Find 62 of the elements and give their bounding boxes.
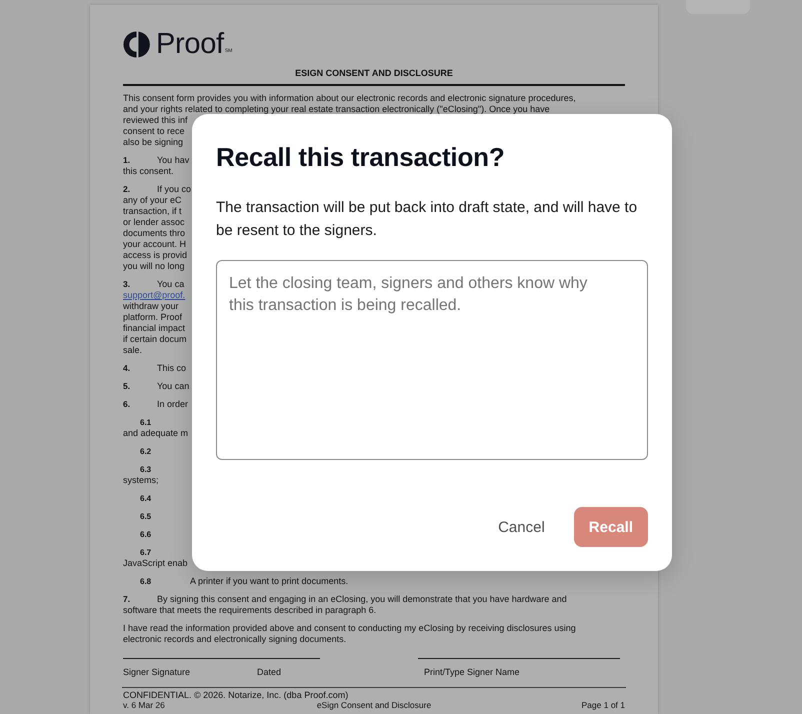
item-number: 4.	[123, 363, 132, 374]
footer-text: v. 6 Mar 26	[123, 700, 166, 711]
item-number: 6.7	[140, 547, 152, 558]
document-text: if certain docum	[123, 334, 187, 345]
item-number: 6.2	[140, 446, 152, 457]
document-text: electronic records and electronically signing documents.	[123, 634, 346, 645]
document-text: withdraw your	[123, 301, 179, 312]
document-text: This consent form provides you with information about our electronic records and electronic signature procedures,	[123, 93, 576, 104]
document-text: also be signing	[123, 137, 184, 148]
cancel-button[interactable]: Cancel	[482, 507, 561, 547]
document-text: By signing this consent and engaging in an eClosing, you will demonstrate that you have hardware and	[157, 594, 567, 605]
signature-label: Dated	[257, 667, 282, 678]
document-text: You can	[157, 381, 190, 392]
document-text: sale.	[123, 345, 142, 356]
document-text: reviewed this inf	[123, 115, 188, 126]
document-text: platform. Proof	[123, 312, 182, 323]
document-text: You hav	[157, 155, 190, 166]
document-title: ESIGN CONSENT AND DISCLOSURE	[294, 68, 454, 79]
document-text: You ca	[157, 279, 184, 290]
email-link[interactable]: support@proof.	[123, 290, 186, 301]
item-number: 2.	[123, 184, 132, 195]
document-text: In order	[157, 399, 188, 410]
item-number: 6.3	[140, 464, 152, 475]
document-text: documents thro	[123, 228, 186, 239]
document-text: software that meets the requirements described in paragraph 6.	[123, 605, 376, 616]
document-text: If you co	[157, 184, 192, 195]
logo-icon	[123, 31, 150, 58]
item-number: 7.	[123, 594, 132, 605]
document-text: This co	[157, 363, 186, 374]
item-number: 6.4	[140, 493, 152, 504]
item-number: 6.5	[140, 511, 152, 522]
document-text: I have read the information provided above and consent to conducting my eClosing by receiving disclosures using	[123, 623, 576, 634]
document-text: and your rights related to completing your real estate transaction electronically ("eClosing"). Once you have	[123, 104, 550, 115]
footer-text: Page 1 of 1	[580, 700, 625, 711]
document-text: you will no long	[123, 261, 185, 272]
document-text: and adequate m	[123, 428, 188, 439]
item-number: 6.8	[140, 576, 152, 587]
item-number: 1.	[123, 155, 132, 166]
document-text: A printer if you want to print documents.	[190, 576, 348, 587]
item-number: 6.	[123, 399, 132, 410]
footer-text: eSign Consent and Disclosure	[316, 700, 432, 711]
document-text: financial impact	[123, 323, 186, 334]
item-number: 3.	[123, 279, 132, 290]
reason-field[interactable]: Let the closing team, signers and others know why this transaction is being recalled.	[216, 260, 648, 460]
document-text: or lender assoc	[123, 217, 185, 228]
logo-wordmark: Proof	[156, 29, 224, 59]
dialog-title: Recall this transaction?	[216, 141, 506, 173]
signature-label: Signer Signature	[123, 667, 190, 678]
item-number: 6.6	[140, 529, 152, 540]
item-number: 6.1	[140, 417, 152, 428]
document-text: JavaScript enab	[123, 558, 188, 569]
item-number: 5.	[123, 381, 132, 392]
document-text: consent to rece	[123, 126, 185, 137]
document-text: systems;	[123, 475, 159, 486]
document-text: your account. H	[123, 239, 186, 250]
dialog-message: The transaction will be put back into draft state, and will have to be resent to the signers.	[216, 198, 638, 241]
document-text: transaction, if t	[123, 206, 182, 217]
document-text: access is provid	[123, 250, 188, 261]
document-text: any of your eC	[123, 195, 182, 206]
document-text: this consent.	[123, 166, 174, 177]
signature-label: Print/Type Signer Name	[424, 667, 520, 678]
confidential-notice: CONFIDENTIAL. © 2026. Notarize, Inc. (dba Proof.com)	[123, 690, 350, 700]
